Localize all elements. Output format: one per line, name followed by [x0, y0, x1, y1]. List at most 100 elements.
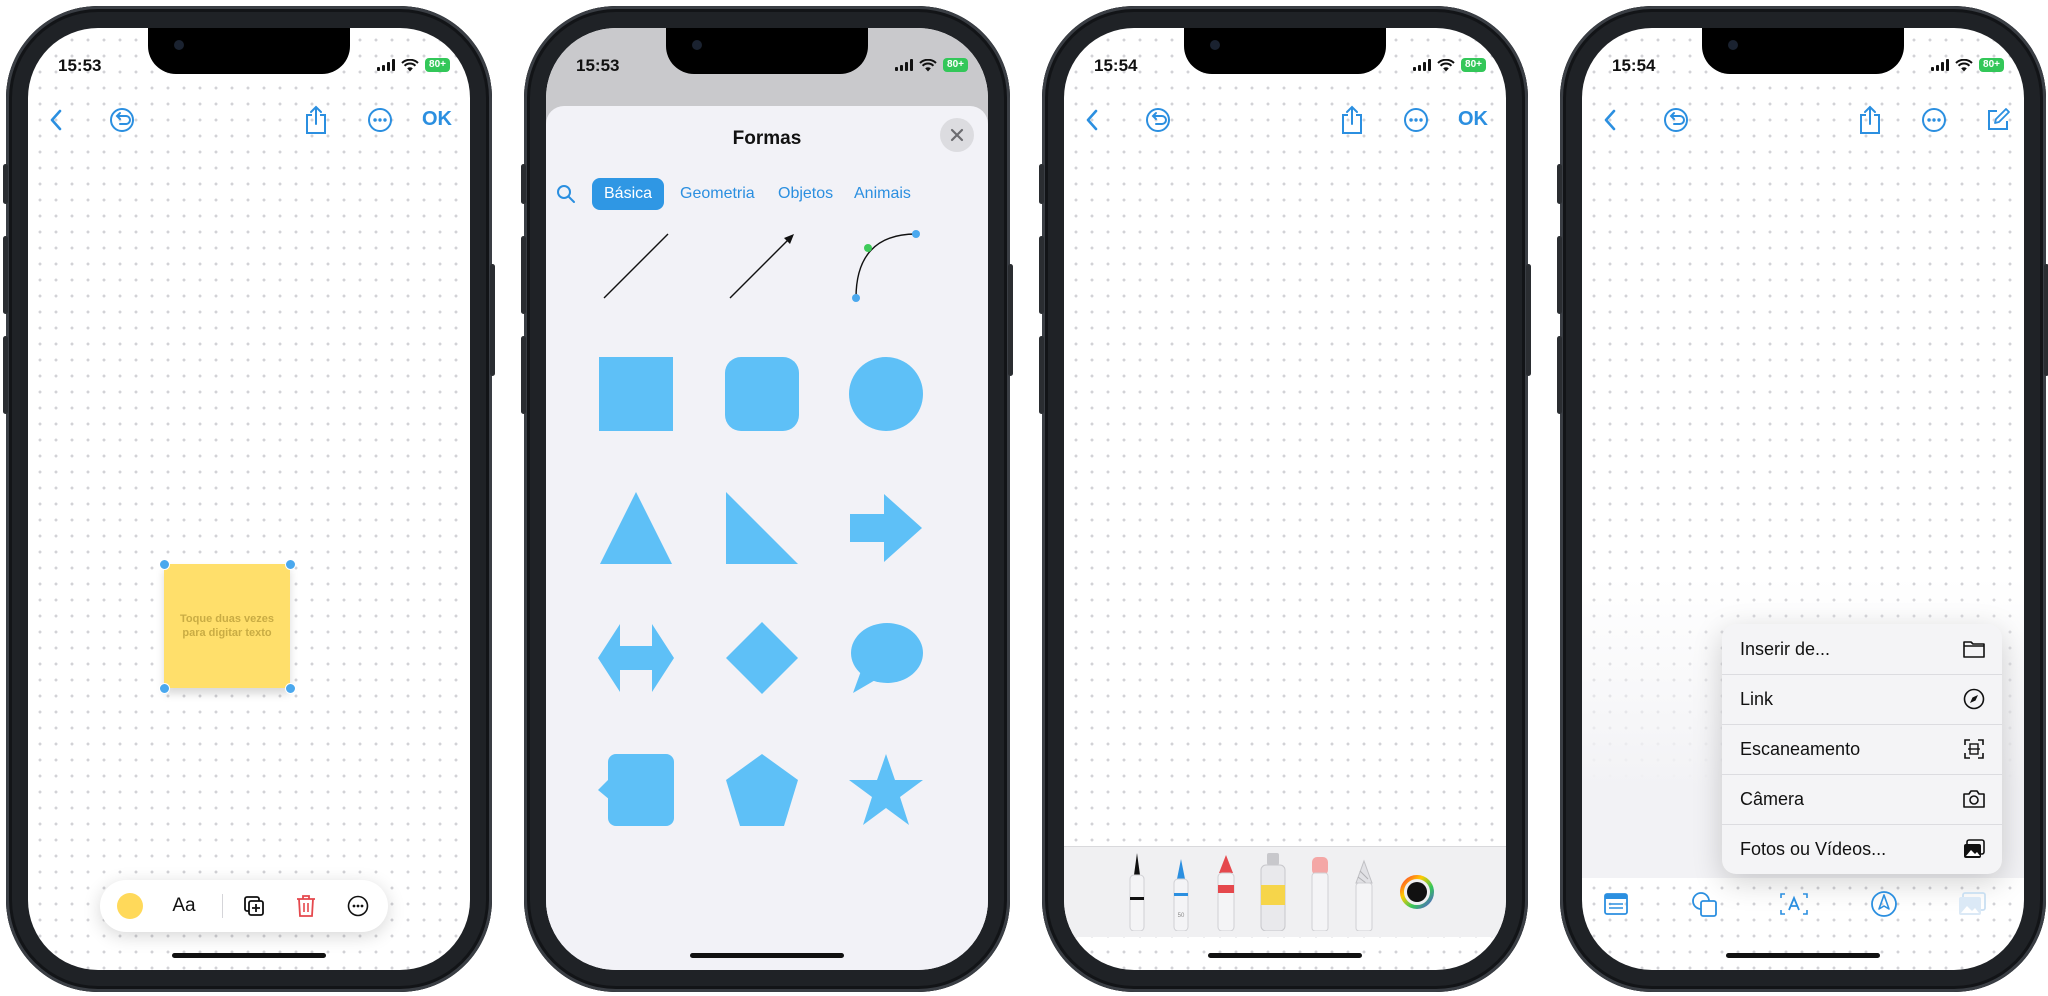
menu-item-link[interactable]: Link	[1722, 674, 2002, 725]
shape-star[interactable]	[836, 740, 936, 840]
search-button[interactable]	[556, 184, 578, 206]
shapes-sheet: Formas Básica Geometria Objetos Animais	[546, 106, 988, 970]
menu-item-inserir-de[interactable]: Inserir de...	[1722, 624, 2002, 675]
shape-double-arrow[interactable]	[586, 608, 686, 708]
resize-handle-bottom-left[interactable]	[159, 683, 170, 694]
text-style-button[interactable]: Aa	[162, 890, 206, 922]
pen-50-tool[interactable]: 50	[1170, 857, 1192, 931]
resize-handle-top-right[interactable]	[285, 559, 296, 570]
share-icon	[306, 105, 326, 134]
more-button[interactable]	[360, 100, 400, 140]
triangle-shape-icon	[600, 492, 672, 564]
sheet-title: Formas	[732, 128, 802, 149]
shape-arrow-right[interactable]	[836, 478, 936, 578]
eraser-tool[interactable]	[1308, 855, 1332, 931]
insert-canvas[interactable]: 15:54 80+ Inserir de... Link Escaneament…	[1582, 28, 2024, 970]
phone-4: 15:54 80+ Inserir de... Link Escaneament…	[1557, 6, 2048, 992]
sticky-note[interactable]: Toque duas vezes para digitar texto	[164, 564, 290, 688]
photos-icon	[1959, 892, 1986, 915]
color-picker-button[interactable]	[1400, 875, 1434, 909]
shape-speech-bubble[interactable]	[836, 608, 936, 708]
color-button[interactable]	[114, 890, 146, 922]
duplicate-icon	[244, 896, 264, 916]
menu-item-camera[interactable]: Câmera	[1722, 774, 2002, 825]
scan-icon	[1964, 739, 1984, 759]
sticky-note-tool-button[interactable]	[1596, 884, 1636, 924]
menu-item-fotos-ou-videos[interactable]: Fotos ou Vídeos...	[1722, 824, 2002, 874]
status-bar: 15:53 80+	[546, 56, 988, 86]
signal-icon	[1931, 59, 1950, 71]
insert-toolbar	[1582, 884, 2024, 924]
share-button[interactable]	[1850, 100, 1890, 140]
ok-button[interactable]: OK	[422, 108, 452, 131]
drawing-canvas[interactable]: 15:54 80+ OK 50	[1064, 28, 1506, 970]
shape-right-triangle[interactable]	[712, 478, 812, 578]
compose-icon	[1988, 108, 2010, 130]
text-box-tool-button[interactable]	[1774, 884, 1814, 924]
markup-tool-button[interactable]	[1864, 884, 1904, 924]
more-button[interactable]	[1396, 100, 1436, 140]
shape-line[interactable]	[586, 216, 686, 316]
shape-circle[interactable]	[836, 344, 936, 444]
duplicate-button[interactable]	[238, 890, 270, 922]
shape-diamond[interactable]	[712, 608, 812, 708]
folder-icon	[1963, 641, 1985, 658]
diamond-shape-icon	[726, 622, 798, 694]
status-time: 15:54	[1094, 56, 1138, 75]
pen-size-label: 50	[1178, 913, 1185, 919]
shapes-tool-button[interactable]	[1684, 884, 1724, 924]
star-shape-icon	[849, 754, 923, 825]
more-options-button[interactable]	[342, 890, 374, 922]
tab-objetos[interactable]: Objetos	[766, 178, 845, 210]
marker-red-tool[interactable]	[1214, 853, 1238, 931]
tab-geometria[interactable]: Geometria	[668, 178, 767, 210]
paint-tube-yellow-tool[interactable]	[1258, 851, 1288, 931]
text-box-icon	[1780, 893, 1808, 915]
share-button[interactable]	[296, 100, 336, 140]
new-board-button[interactable]	[1978, 100, 2018, 140]
menu-item-label: Escaneamento	[1740, 739, 1861, 759]
undo-icon	[110, 108, 134, 132]
undo-button[interactable]	[102, 100, 142, 140]
freeform-canvas[interactable]: 15:53 80+ OK Toque duas vezes para digit…	[28, 28, 470, 970]
curve-shape-icon	[852, 230, 920, 302]
menu-item-escaneamento[interactable]: Escaneamento	[1722, 724, 2002, 775]
pencil-tool[interactable]	[1352, 859, 1376, 931]
tab-animais[interactable]: Animais	[842, 178, 923, 210]
shape-arrow[interactable]	[712, 216, 812, 316]
status-time: 15:53	[58, 56, 102, 75]
shape-pentagon[interactable]	[712, 740, 812, 840]
wifi-icon	[1437, 58, 1455, 71]
back-button[interactable]	[1072, 100, 1112, 140]
signal-icon	[895, 59, 914, 71]
battery-indicator: 80+	[1979, 58, 2004, 72]
undo-icon	[1664, 108, 1688, 132]
status-bar: 15:53 80+	[28, 56, 470, 86]
shape-callout-square[interactable]	[586, 740, 686, 840]
category-tabs: Básica Geometria Objetos Animais	[546, 178, 988, 212]
chevron-left-icon	[1086, 109, 1098, 131]
square-shape-icon	[599, 357, 673, 431]
shape-triangle[interactable]	[586, 478, 686, 578]
fine-pen-tool[interactable]	[1126, 851, 1148, 931]
back-button[interactable]	[1590, 100, 1630, 140]
signal-icon	[1413, 59, 1432, 71]
shapes-screen: 15:53 80+ Formas Básica Geometria Objeto…	[546, 28, 988, 970]
undo-button[interactable]	[1138, 100, 1178, 140]
back-button[interactable]	[36, 100, 76, 140]
battery-indicator: 80+	[943, 58, 968, 72]
share-button[interactable]	[1332, 100, 1372, 140]
media-tool-button[interactable]	[1952, 884, 1992, 924]
right-triangle-shape-icon	[726, 492, 798, 564]
tab-basica[interactable]: Básica	[592, 178, 665, 210]
more-button[interactable]	[1914, 100, 1954, 140]
shape-square[interactable]	[586, 344, 686, 444]
ok-button[interactable]: OK	[1458, 108, 1488, 131]
shape-rounded-square[interactable]	[712, 344, 812, 444]
resize-handle-bottom-right[interactable]	[285, 683, 296, 694]
undo-button[interactable]	[1656, 100, 1696, 140]
delete-button[interactable]	[290, 890, 322, 922]
resize-handle-top-left[interactable]	[159, 559, 170, 570]
close-button[interactable]	[940, 118, 974, 152]
shape-curve[interactable]	[836, 216, 936, 316]
